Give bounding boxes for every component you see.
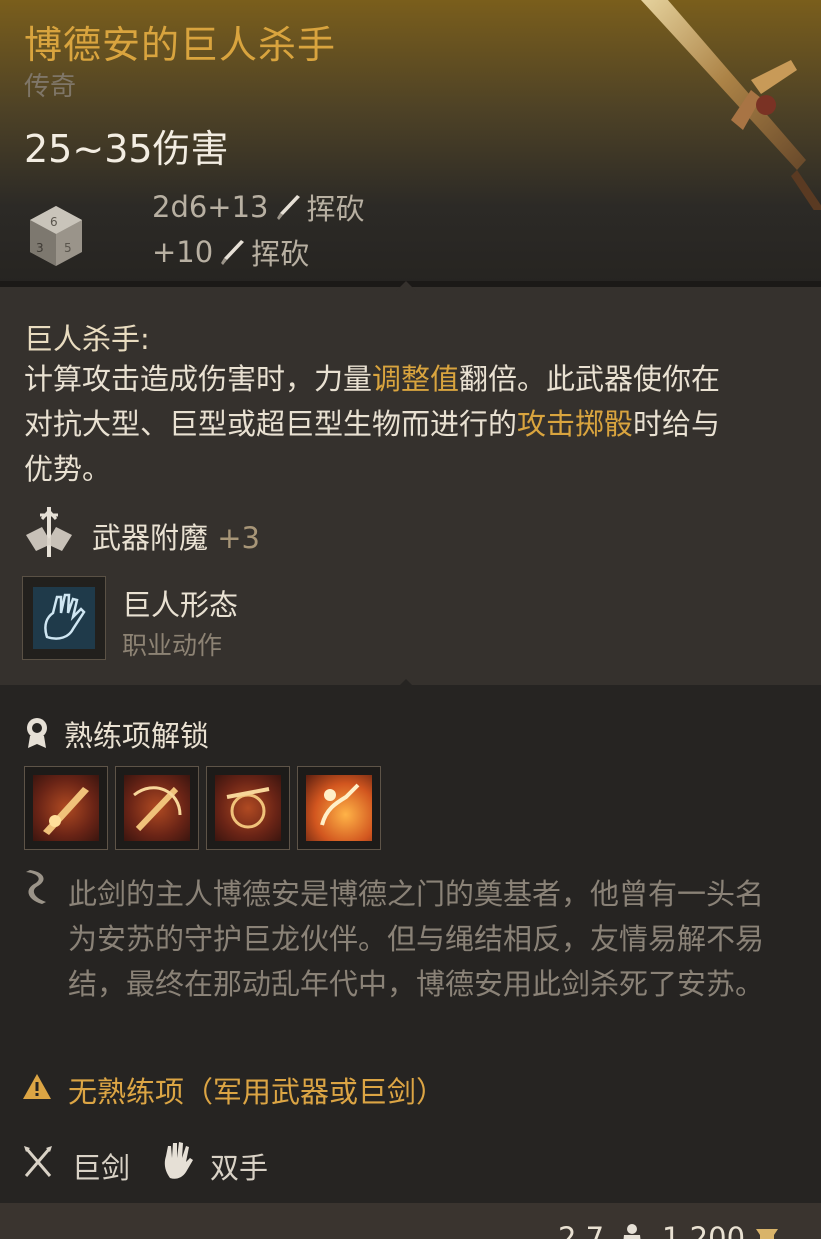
damage-type: 挥砍	[251, 237, 310, 271]
weapon-type-tag: 巨剑	[72, 1151, 131, 1185]
damage-dice-value: 2d6+13	[152, 190, 269, 224]
item-footer: 2.7 1,200	[0, 1203, 821, 1239]
giant-form-icon	[33, 587, 95, 649]
enchantment-icon	[26, 507, 72, 557]
damage-bonus-value: +10	[152, 235, 214, 269]
item-weight: 2.7	[558, 1221, 605, 1239]
action-name: 巨人形态	[122, 588, 239, 622]
enchantment-value: +3	[217, 521, 260, 555]
crossed-swords-icon	[24, 1146, 52, 1177]
passive-desc-text: 计算攻击造成伤害时，力量	[24, 362, 373, 396]
gold-coin-icon	[756, 1229, 778, 1239]
svg-text:3: 3	[36, 241, 44, 255]
enchantment-label: 武器附魔 +3	[92, 515, 260, 557]
lore-text: 此剑的主人博德安是博德之门的奠基者，他曾有一头名为安苏的守护巨龙伙伴。但与绳结相…	[68, 877, 765, 1001]
skill-icon-2	[124, 775, 190, 841]
damage-line-2: +10 挥砍	[152, 231, 309, 273]
damage-type: 挥砍	[306, 192, 365, 226]
skill-slot-2[interactable]	[115, 766, 199, 850]
proficiency-icon	[27, 718, 47, 748]
no-proficiency-warning: 无熟练项（军用武器或巨剑）	[68, 1075, 446, 1109]
skill-icon-4	[306, 775, 372, 841]
handedness-tag: 双手	[210, 1151, 269, 1185]
skill-slot-3[interactable]	[206, 766, 290, 850]
weight-icon	[623, 1224, 641, 1239]
hand-icon	[164, 1142, 193, 1179]
divider-notch	[396, 679, 416, 689]
skill-icon-3	[215, 775, 281, 841]
action-type: 职业动作	[122, 631, 223, 660]
slashing-icon	[276, 195, 300, 220]
damage-line-1: 2d6+13 挥砍	[152, 186, 365, 228]
svg-text:5: 5	[64, 241, 72, 255]
skill-icon-1	[33, 775, 99, 841]
passive-name: 巨人杀手:	[24, 322, 150, 356]
proficiency-label: 熟练项解锁	[64, 719, 210, 753]
warning-icon	[23, 1074, 51, 1099]
item-rarity: 传奇	[24, 72, 77, 102]
item-title: 博德安的巨人杀手	[24, 23, 337, 67]
slashing-icon	[221, 240, 245, 265]
skill-slot-1[interactable]	[24, 766, 108, 850]
skill-slot-4[interactable]	[297, 766, 381, 850]
passive-desc-highlight[interactable]: 攻击掷骰	[517, 407, 633, 441]
quill-icon	[26, 870, 46, 904]
divider-notch	[396, 281, 416, 291]
item-header: 博德安的巨人杀手 传奇 25~35伤害 6 3 5 2d6+13 挥砍 +10 …	[0, 0, 821, 287]
item-damage: 25~35伤害	[24, 127, 229, 171]
item-price: 1,200	[662, 1221, 746, 1239]
passive-desc-highlight[interactable]: 调整值	[372, 362, 459, 396]
passive-description: 计算攻击造成伤害时，力量调整值翻倍。此武器使你在对抗大型、巨型或超巨型生物而进行…	[24, 357, 744, 492]
action-icon-frame[interactable]	[22, 576, 106, 660]
enchantment-name: 武器附魔	[92, 521, 209, 555]
sword-image	[641, 0, 821, 210]
svg-text:6: 6	[50, 215, 58, 229]
dice-icon: 6 3 5	[30, 206, 82, 266]
